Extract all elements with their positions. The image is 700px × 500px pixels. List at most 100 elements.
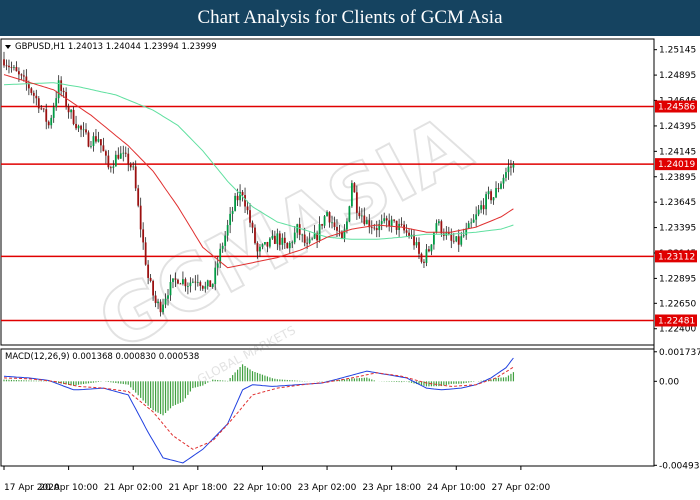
candle-body xyxy=(477,209,480,215)
candle-body xyxy=(142,229,145,243)
candle-body xyxy=(231,210,234,214)
candle-body xyxy=(214,267,217,285)
candle-body xyxy=(385,218,388,221)
candle-body xyxy=(430,244,433,252)
candle-body xyxy=(13,66,15,68)
candle-body xyxy=(271,235,274,239)
candle-body xyxy=(278,233,281,245)
candle-body xyxy=(321,224,323,226)
candle-body xyxy=(109,167,112,169)
candle-body xyxy=(502,177,505,184)
candle-body xyxy=(184,279,187,287)
macd-lines xyxy=(3,357,514,464)
candle-body xyxy=(75,123,77,129)
candle-body xyxy=(338,230,341,232)
candle-body xyxy=(375,228,378,231)
candle-body xyxy=(423,261,425,263)
candle-body xyxy=(452,240,455,242)
candle-body xyxy=(457,236,460,245)
candle-body xyxy=(256,243,259,252)
candle-body xyxy=(167,295,169,299)
candle-body xyxy=(355,192,358,213)
candle-body xyxy=(147,264,150,278)
candle-body xyxy=(363,215,366,225)
candle-body xyxy=(505,172,507,178)
candle-body xyxy=(45,109,48,122)
candle-body xyxy=(415,242,418,246)
candle-body xyxy=(22,75,25,77)
candle-body xyxy=(393,219,396,221)
candle-body xyxy=(229,213,232,226)
candle-body xyxy=(134,166,137,189)
candle-body xyxy=(266,242,269,247)
candle-body xyxy=(318,224,321,241)
time-tick-label: 21 Apr 18:00 xyxy=(168,483,227,493)
chart-canvas[interactable]: GCMASIA GLOBAL MARKETS 1.251451.248951.2… xyxy=(0,36,700,500)
candle-body xyxy=(20,74,23,76)
candle-body xyxy=(199,282,202,286)
time-tick-label: 27 Apr 02:00 xyxy=(492,483,551,493)
candle-body xyxy=(293,232,296,243)
dropdown-triangle-icon[interactable] xyxy=(5,45,11,49)
candle-body xyxy=(117,154,120,159)
candle-body xyxy=(482,205,485,210)
price-tick-label: 1.22650 xyxy=(659,299,696,309)
candle-body xyxy=(435,223,438,233)
candle-body xyxy=(420,253,423,262)
candle-body xyxy=(413,234,415,246)
candle-body xyxy=(450,234,453,241)
candle-body xyxy=(288,242,291,249)
candle-body xyxy=(254,227,256,244)
time-tick-label: 23 Apr 18:00 xyxy=(362,483,421,493)
candle-body xyxy=(259,246,261,252)
candle-body xyxy=(216,263,219,268)
candle-body xyxy=(510,166,512,168)
candle-body xyxy=(144,242,147,265)
candle-body xyxy=(246,206,249,211)
candle-body xyxy=(400,223,403,225)
candle-body xyxy=(132,166,135,168)
candle-body xyxy=(15,66,18,72)
candle-body xyxy=(480,205,483,210)
candle-body xyxy=(323,216,326,226)
time-tick-label: 21 Apr 02:00 xyxy=(104,483,163,493)
chart-banner-title: Chart Analysis for Clients of GCM Asia xyxy=(0,0,700,36)
candle-body xyxy=(234,195,237,211)
candle-body xyxy=(388,220,391,227)
candle-body xyxy=(370,227,373,229)
candle-body xyxy=(348,206,351,222)
candle-body xyxy=(236,195,239,201)
candle-body xyxy=(139,205,142,230)
candle-body xyxy=(102,145,105,152)
price-tick-label: 1.23645 xyxy=(659,198,696,208)
candle-body xyxy=(326,212,328,217)
candle-body xyxy=(226,225,229,236)
candle-body xyxy=(65,92,68,107)
candle-body xyxy=(174,278,177,280)
candle-body xyxy=(351,183,353,207)
candle-body xyxy=(437,221,440,224)
candle-body xyxy=(40,108,43,110)
candle-body xyxy=(47,121,50,126)
candle-body xyxy=(470,222,473,224)
candle-body xyxy=(5,65,8,67)
candle-body xyxy=(162,304,164,313)
time-tick-label: 20 Apr 10:00 xyxy=(39,483,98,493)
level-label: 1.24586 xyxy=(658,103,695,113)
candle-body xyxy=(179,283,182,285)
macd-axis-ticks: 0.001737 0.00 -0.004939 xyxy=(654,348,700,471)
candle-body xyxy=(186,286,189,287)
price-tick-label: 1.24895 xyxy=(659,71,696,81)
candle-body xyxy=(261,244,264,247)
candle-body xyxy=(204,286,207,289)
candle-body xyxy=(251,222,254,228)
candle-body xyxy=(405,230,408,233)
candle-body xyxy=(455,236,458,242)
candle-body xyxy=(211,284,214,287)
candle-body xyxy=(221,245,224,249)
candle-body xyxy=(495,188,497,198)
candle-body xyxy=(112,166,115,168)
candle-body xyxy=(8,65,10,68)
macd-panel-frame xyxy=(0,348,655,467)
macd-main-line xyxy=(3,357,514,464)
